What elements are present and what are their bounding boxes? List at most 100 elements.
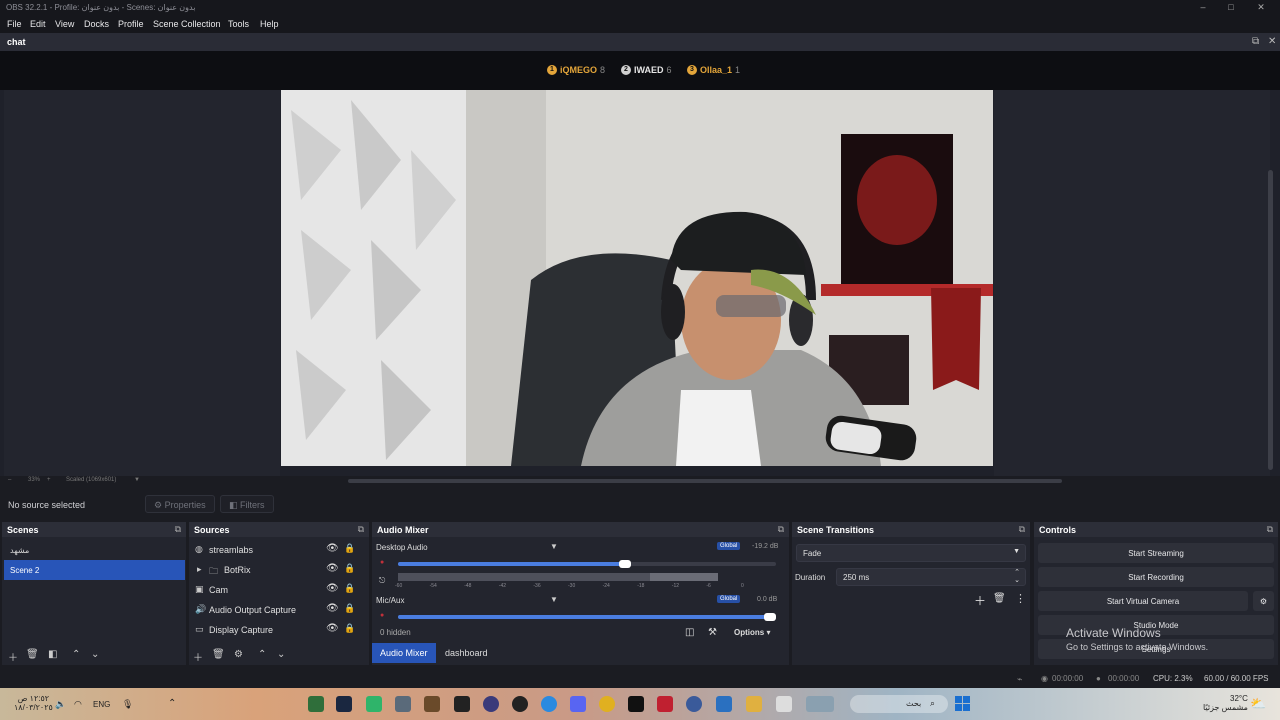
trash-icon[interactable]: 🗑 xyxy=(26,649,39,660)
edge-icon[interactable] xyxy=(541,696,557,712)
volume-slider[interactable] xyxy=(398,613,776,621)
volume-knob[interactable] xyxy=(619,560,631,568)
filters-button[interactable]: ◧ Filters xyxy=(220,495,274,513)
zoom-dropdown-icon[interactable]: ▼ xyxy=(134,477,140,483)
lock-icon[interactable]: 🔒 xyxy=(344,583,355,594)
program-preview-canvas[interactable] xyxy=(281,90,993,466)
move-up-icon[interactable]: ⌃ xyxy=(72,649,80,660)
visibility-eye-icon[interactable]: 👁 xyxy=(326,603,339,614)
dock-popout-icon[interactable]: ⧉ xyxy=(358,524,364,535)
dock-popout-icon[interactable]: ⧉ xyxy=(1267,524,1273,535)
chatter-entry[interactable]: 3 Ollaa_1 1 xyxy=(687,65,740,75)
transition-select[interactable]: Fade ▼ xyxy=(796,544,1026,562)
app-icon[interactable] xyxy=(628,696,644,712)
chatter-entry[interactable]: 1 iQMEGO 8 xyxy=(547,65,605,75)
zoom-out-icon[interactable]: – xyxy=(8,477,11,483)
steam-icon[interactable] xyxy=(336,696,352,712)
chatter-entry[interactable]: 2 IWAED 6 xyxy=(621,65,672,75)
trash-icon[interactable]: 🗑 xyxy=(212,649,225,660)
source-row[interactable]: ▸ 🗀 BotRix 👁 🔒 xyxy=(189,560,365,580)
duration-input[interactable]: 250 ms ⌃ ⌄ xyxy=(836,568,1026,586)
start-virtual-camera-button[interactable]: Start Virtual Camera xyxy=(1038,591,1248,611)
scene-item-selected[interactable]: Scene 2 xyxy=(4,560,185,580)
options-button[interactable]: Options ▾ xyxy=(734,628,770,637)
mute-icon[interactable]: ● xyxy=(380,559,384,566)
source-row[interactable]: ▣ Cam 👁 🔒 xyxy=(189,580,365,600)
dock-popout-icon[interactable]: ⧉ xyxy=(1019,524,1025,535)
visibility-eye-icon[interactable]: 👁 xyxy=(326,563,339,574)
menu-scene-collection[interactable]: Scene Collection xyxy=(153,19,221,29)
expand-arrow-icon[interactable]: ▸ xyxy=(197,564,202,575)
add-icon[interactable]: ＋ xyxy=(974,592,986,609)
move-down-icon[interactable]: ⌄ xyxy=(277,649,285,660)
tab-dashboard[interactable]: dashboard xyxy=(437,643,496,663)
minimize-icon[interactable]: – xyxy=(1196,2,1210,12)
layout-toggle-icon[interactable]: ◫ xyxy=(685,627,694,638)
dock-popout-icon[interactable]: ⧉ xyxy=(778,524,784,535)
scene-item[interactable]: مشهد xyxy=(4,540,185,560)
mute-icon[interactable]: ● xyxy=(380,612,384,619)
preview-horizontal-scrollbar[interactable] xyxy=(348,479,1062,483)
weather-widget[interactable]: 32°C مشمس جزئيًا xyxy=(1203,694,1248,712)
volume-knob[interactable] xyxy=(764,613,776,621)
close-icon[interactable]: ✕ xyxy=(1254,2,1268,13)
maximize-icon[interactable]: □ xyxy=(1224,2,1238,12)
add-icon[interactable]: ＋ xyxy=(193,649,203,664)
clock[interactable]: ١٢:٥٢ ص ١٨/٠٣/٢٠٢٥ xyxy=(14,694,53,712)
chevron-up-icon[interactable]: ⌃ xyxy=(168,698,176,709)
acrobat-icon[interactable] xyxy=(657,696,673,712)
store-icon[interactable] xyxy=(716,696,732,712)
mic-icon[interactable]: 🎙 xyxy=(122,699,133,710)
lock-icon[interactable]: 🔒 xyxy=(344,563,355,574)
menu-view[interactable]: View xyxy=(55,19,74,29)
preview-vertical-scrollbar[interactable] xyxy=(1268,170,1273,470)
source-row[interactable]: ▭ Display Capture 👁 🔒 xyxy=(189,620,365,640)
filter-icon[interactable]: ◧ xyxy=(48,649,57,660)
menu-profile[interactable]: Profile xyxy=(118,19,144,29)
app-icon[interactable] xyxy=(512,696,528,712)
properties-button[interactable]: ⚙ Properties xyxy=(145,495,215,513)
zoom-in-icon[interactable]: + xyxy=(47,477,51,483)
start-recording-button[interactable]: Start Recording xyxy=(1038,567,1274,587)
app-icon[interactable] xyxy=(424,696,440,712)
settings-app-icon[interactable] xyxy=(395,696,411,712)
discord-icon[interactable] xyxy=(570,696,586,712)
speaker-icon[interactable]: 🔈 xyxy=(55,699,66,710)
close-dock-icon[interactable]: ✕ xyxy=(1268,36,1276,47)
app-icon[interactable] xyxy=(776,696,792,712)
file-explorer-icon[interactable] xyxy=(746,696,762,712)
windows-start-icon[interactable] xyxy=(955,696,970,711)
move-up-icon[interactable]: ⌃ xyxy=(258,649,266,660)
source-row[interactable]: 🔊 Audio Output Capture 👁 🔒 xyxy=(189,600,365,620)
wrench-icon[interactable]: ⚒ xyxy=(708,627,717,638)
language-indicator[interactable]: ENG xyxy=(93,700,110,709)
lock-icon[interactable]: 🔒 xyxy=(344,623,355,634)
app-icon[interactable] xyxy=(686,696,702,712)
trash-icon[interactable]: 🗑 xyxy=(993,593,1006,604)
app-icon[interactable] xyxy=(366,696,382,712)
start-streaming-button[interactable]: Start Streaming xyxy=(1038,543,1274,563)
menu-docks[interactable]: Docks xyxy=(84,19,109,29)
chrome-icon[interactable] xyxy=(599,696,615,712)
menu-file[interactable]: File xyxy=(7,19,22,29)
menu-help[interactable]: Help xyxy=(260,19,279,29)
obs-icon[interactable] xyxy=(483,696,499,712)
undock-icon[interactable]: ⧉ xyxy=(1252,36,1259,47)
more-options-icon[interactable]: ⋮ xyxy=(1015,592,1026,605)
visibility-eye-icon[interactable]: 👁 xyxy=(326,623,339,634)
app-icon[interactable] xyxy=(308,696,324,712)
monitor-icon[interactable]: ⎋ xyxy=(379,576,385,586)
move-down-icon[interactable]: ⌄ xyxy=(91,649,99,660)
virtual-camera-settings-button[interactable]: ⚙ xyxy=(1253,591,1274,611)
menu-edit[interactable]: Edit xyxy=(30,19,46,29)
taskbar-search-box[interactable]: بحث ⌕ xyxy=(850,695,948,713)
visibility-eye-icon[interactable]: 👁 xyxy=(326,543,339,554)
capcut-icon[interactable] xyxy=(454,696,470,712)
channel-menu-arrow-icon[interactable]: ▼ xyxy=(550,542,558,551)
add-icon[interactable]: ＋ xyxy=(8,649,18,664)
app-icon[interactable] xyxy=(806,696,834,712)
volume-slider[interactable] xyxy=(398,560,776,568)
spinner-icon[interactable]: ⌃ ⌄ xyxy=(1014,569,1020,585)
gear-icon[interactable]: ⚙ xyxy=(234,649,243,660)
source-row[interactable]: ◍ streamlabs 👁 🔒 xyxy=(189,540,365,560)
